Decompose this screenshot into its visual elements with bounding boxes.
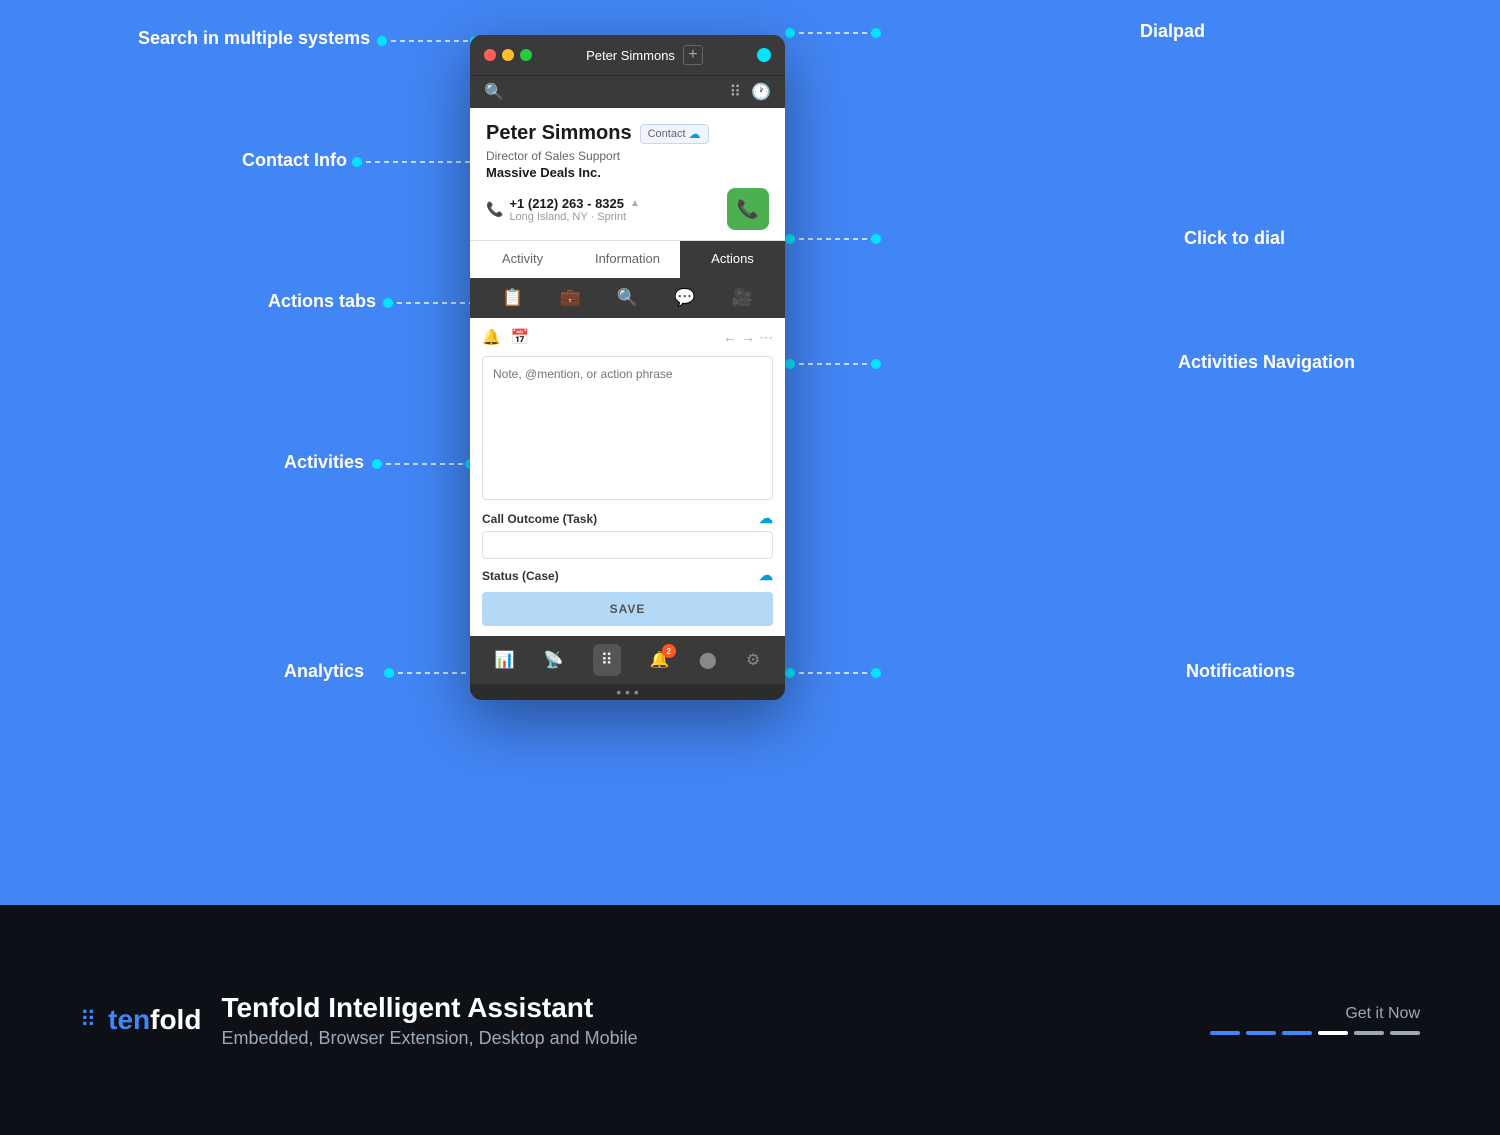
sub-toolbar: 🔔 📅 ← → ⋯: [482, 328, 773, 346]
title-bar-center: Peter Simmons +: [586, 45, 703, 65]
sf-cloud-icon-1: ☁: [759, 510, 773, 527]
dot-1: [1210, 1031, 1240, 1035]
nav-more[interactable]: ⋯: [759, 329, 773, 346]
phone-location: Long Island, NY · Sprint: [509, 211, 639, 223]
tab-information[interactable]: Information: [575, 241, 680, 278]
contact-name: Peter Simmons: [486, 122, 632, 145]
call-outcome-label: Call Outcome (Task) ☁: [482, 510, 773, 527]
grid-icon[interactable]: ⠿: [593, 644, 621, 676]
dot-2: [1246, 1031, 1276, 1035]
tagline-block: Tenfold Intelligent Assistant Embedded, …: [221, 992, 637, 1049]
traffic-lights: [484, 49, 532, 61]
tagline-subtitle: Embedded, Browser Extension, Desktop and…: [221, 1028, 637, 1049]
tab-actions[interactable]: Actions: [680, 241, 785, 278]
tabs-row: Activity Information Actions: [470, 240, 785, 278]
annotation-activities: Activities: [284, 452, 364, 473]
status-label: Status (Case) ☁: [482, 567, 773, 584]
dial-button[interactable]: 📞: [727, 188, 769, 230]
dot-5: [1354, 1031, 1384, 1035]
comment-icon[interactable]: 💬: [674, 288, 695, 308]
save-button[interactable]: SAVE: [482, 592, 773, 626]
bell-icon[interactable]: 🔔 2: [650, 650, 670, 670]
bottom-section: ⠿ tenfold Tenfold Intelligent Assistant …: [0, 905, 1500, 1135]
main-content: 🔔 📅 ← → ⋯ Call Outcome (Task) ☁ Status (…: [470, 318, 785, 636]
circle-icon[interactable]: ⬤: [699, 650, 717, 670]
briefcase-icon[interactable]: 💼: [560, 288, 581, 308]
more-dots[interactable]: • • •: [470, 684, 785, 700]
tenfold-logo: ⠿ tenfold: [80, 1004, 201, 1036]
contact-badge[interactable]: Contact ☁: [640, 124, 709, 144]
notification-sub-icon[interactable]: 🔔: [482, 328, 501, 346]
history-icon[interactable]: 🕐: [751, 82, 771, 102]
search-people-icon[interactable]: 🔍: [617, 288, 638, 308]
expand-icon[interactable]: ▲: [630, 198, 640, 209]
feed-icon[interactable]: 📡: [544, 650, 564, 670]
salesforce-icon: ☁: [689, 127, 701, 141]
contact-header: Peter Simmons Contact ☁: [486, 122, 769, 145]
calendar-sub-icon[interactable]: 📅: [511, 328, 530, 346]
action-icons-row: 📋 💼 🔍 💬 🎥: [470, 278, 785, 318]
dot-4: [1318, 1031, 1348, 1035]
annotation-notifications: Notifications: [1186, 661, 1295, 682]
nav-forward[interactable]: →: [741, 329, 755, 346]
annotation-search: Search in multiple systems: [138, 28, 370, 49]
get-it-now: Get it Now: [1210, 1005, 1420, 1035]
contact-company: Massive Deals Inc.: [486, 165, 769, 180]
notification-badge: 2: [662, 644, 676, 658]
logo-text-fold: fold: [150, 1004, 201, 1035]
phone-ui: Peter Simmons + 🔍 ⠿ 🕐 Peter Simmons Cont…: [470, 35, 785, 700]
analytics-icon[interactable]: 📊: [495, 650, 515, 670]
sf-cloud-icon-2: ☁: [759, 567, 773, 584]
minimize-button[interactable]: [502, 49, 514, 61]
sub-toolbar-left: 🔔 📅: [482, 328, 529, 346]
dot-6: [1390, 1031, 1420, 1035]
tab-activity[interactable]: Activity: [470, 241, 575, 278]
maximize-button[interactable]: [520, 49, 532, 61]
contact-section: Peter Simmons Contact ☁ Director of Sale…: [470, 108, 785, 240]
nav-back[interactable]: ←: [723, 329, 737, 346]
bottom-nav: 📊 📡 ⠿ 🔔 2 ⬤ ⚙: [470, 636, 785, 684]
annotation-click-to-dial: Click to dial: [1184, 228, 1285, 249]
dialpad-icon[interactable]: ⠿: [729, 82, 741, 102]
get-it-now-dots: [1210, 1031, 1420, 1035]
nav-arrows: ← → ⋯: [723, 329, 773, 346]
toolbar-row: 🔍 ⠿ 🕐: [470, 75, 785, 108]
logo-icon: ⠿: [80, 1007, 96, 1033]
annotation-actions-tabs: Actions tabs: [268, 291, 376, 312]
phone-icon: 📞: [486, 201, 503, 218]
clipboard-icon[interactable]: 📋: [502, 288, 523, 308]
add-tab-button[interactable]: +: [683, 45, 703, 65]
get-it-now-text[interactable]: Get it Now: [1210, 1005, 1420, 1023]
settings-icon[interactable]: ⚙: [746, 650, 760, 670]
title-bar: Peter Simmons +: [470, 35, 785, 75]
phone-row: 📞 +1 (212) 263 - 8325 ▲ Long Island, NY …: [486, 188, 769, 230]
tab-name: Peter Simmons: [586, 48, 675, 63]
title-bar-right: [757, 48, 771, 62]
logo-text-ten: ten: [108, 1004, 150, 1035]
note-textarea[interactable]: [482, 356, 773, 500]
top-section: Search in multiple systems: [0, 0, 1500, 905]
phone-left: 📞 +1 (212) 263 - 8325 ▲ Long Island, NY …: [486, 196, 640, 223]
annotation-activities-nav: Activities Navigation: [1178, 352, 1355, 373]
search-icon[interactable]: 🔍: [484, 82, 504, 102]
badge-label: Contact: [648, 128, 686, 140]
annotation-contact-info: Contact Info: [242, 150, 347, 171]
status-indicator: [757, 48, 771, 62]
close-button[interactable]: [484, 49, 496, 61]
annotation-dialpad: Dialpad: [1140, 21, 1205, 42]
dot-3: [1282, 1031, 1312, 1035]
tagline-title: Tenfold Intelligent Assistant: [221, 992, 637, 1024]
logo-text: tenfold: [108, 1004, 201, 1036]
video-icon[interactable]: 🎥: [732, 288, 753, 308]
annotation-analytics: Analytics: [284, 661, 364, 682]
contact-title: Director of Sales Support: [486, 149, 769, 163]
phone-number: +1 (212) 263 - 8325: [509, 196, 624, 211]
call-outcome-select[interactable]: [482, 531, 773, 559]
